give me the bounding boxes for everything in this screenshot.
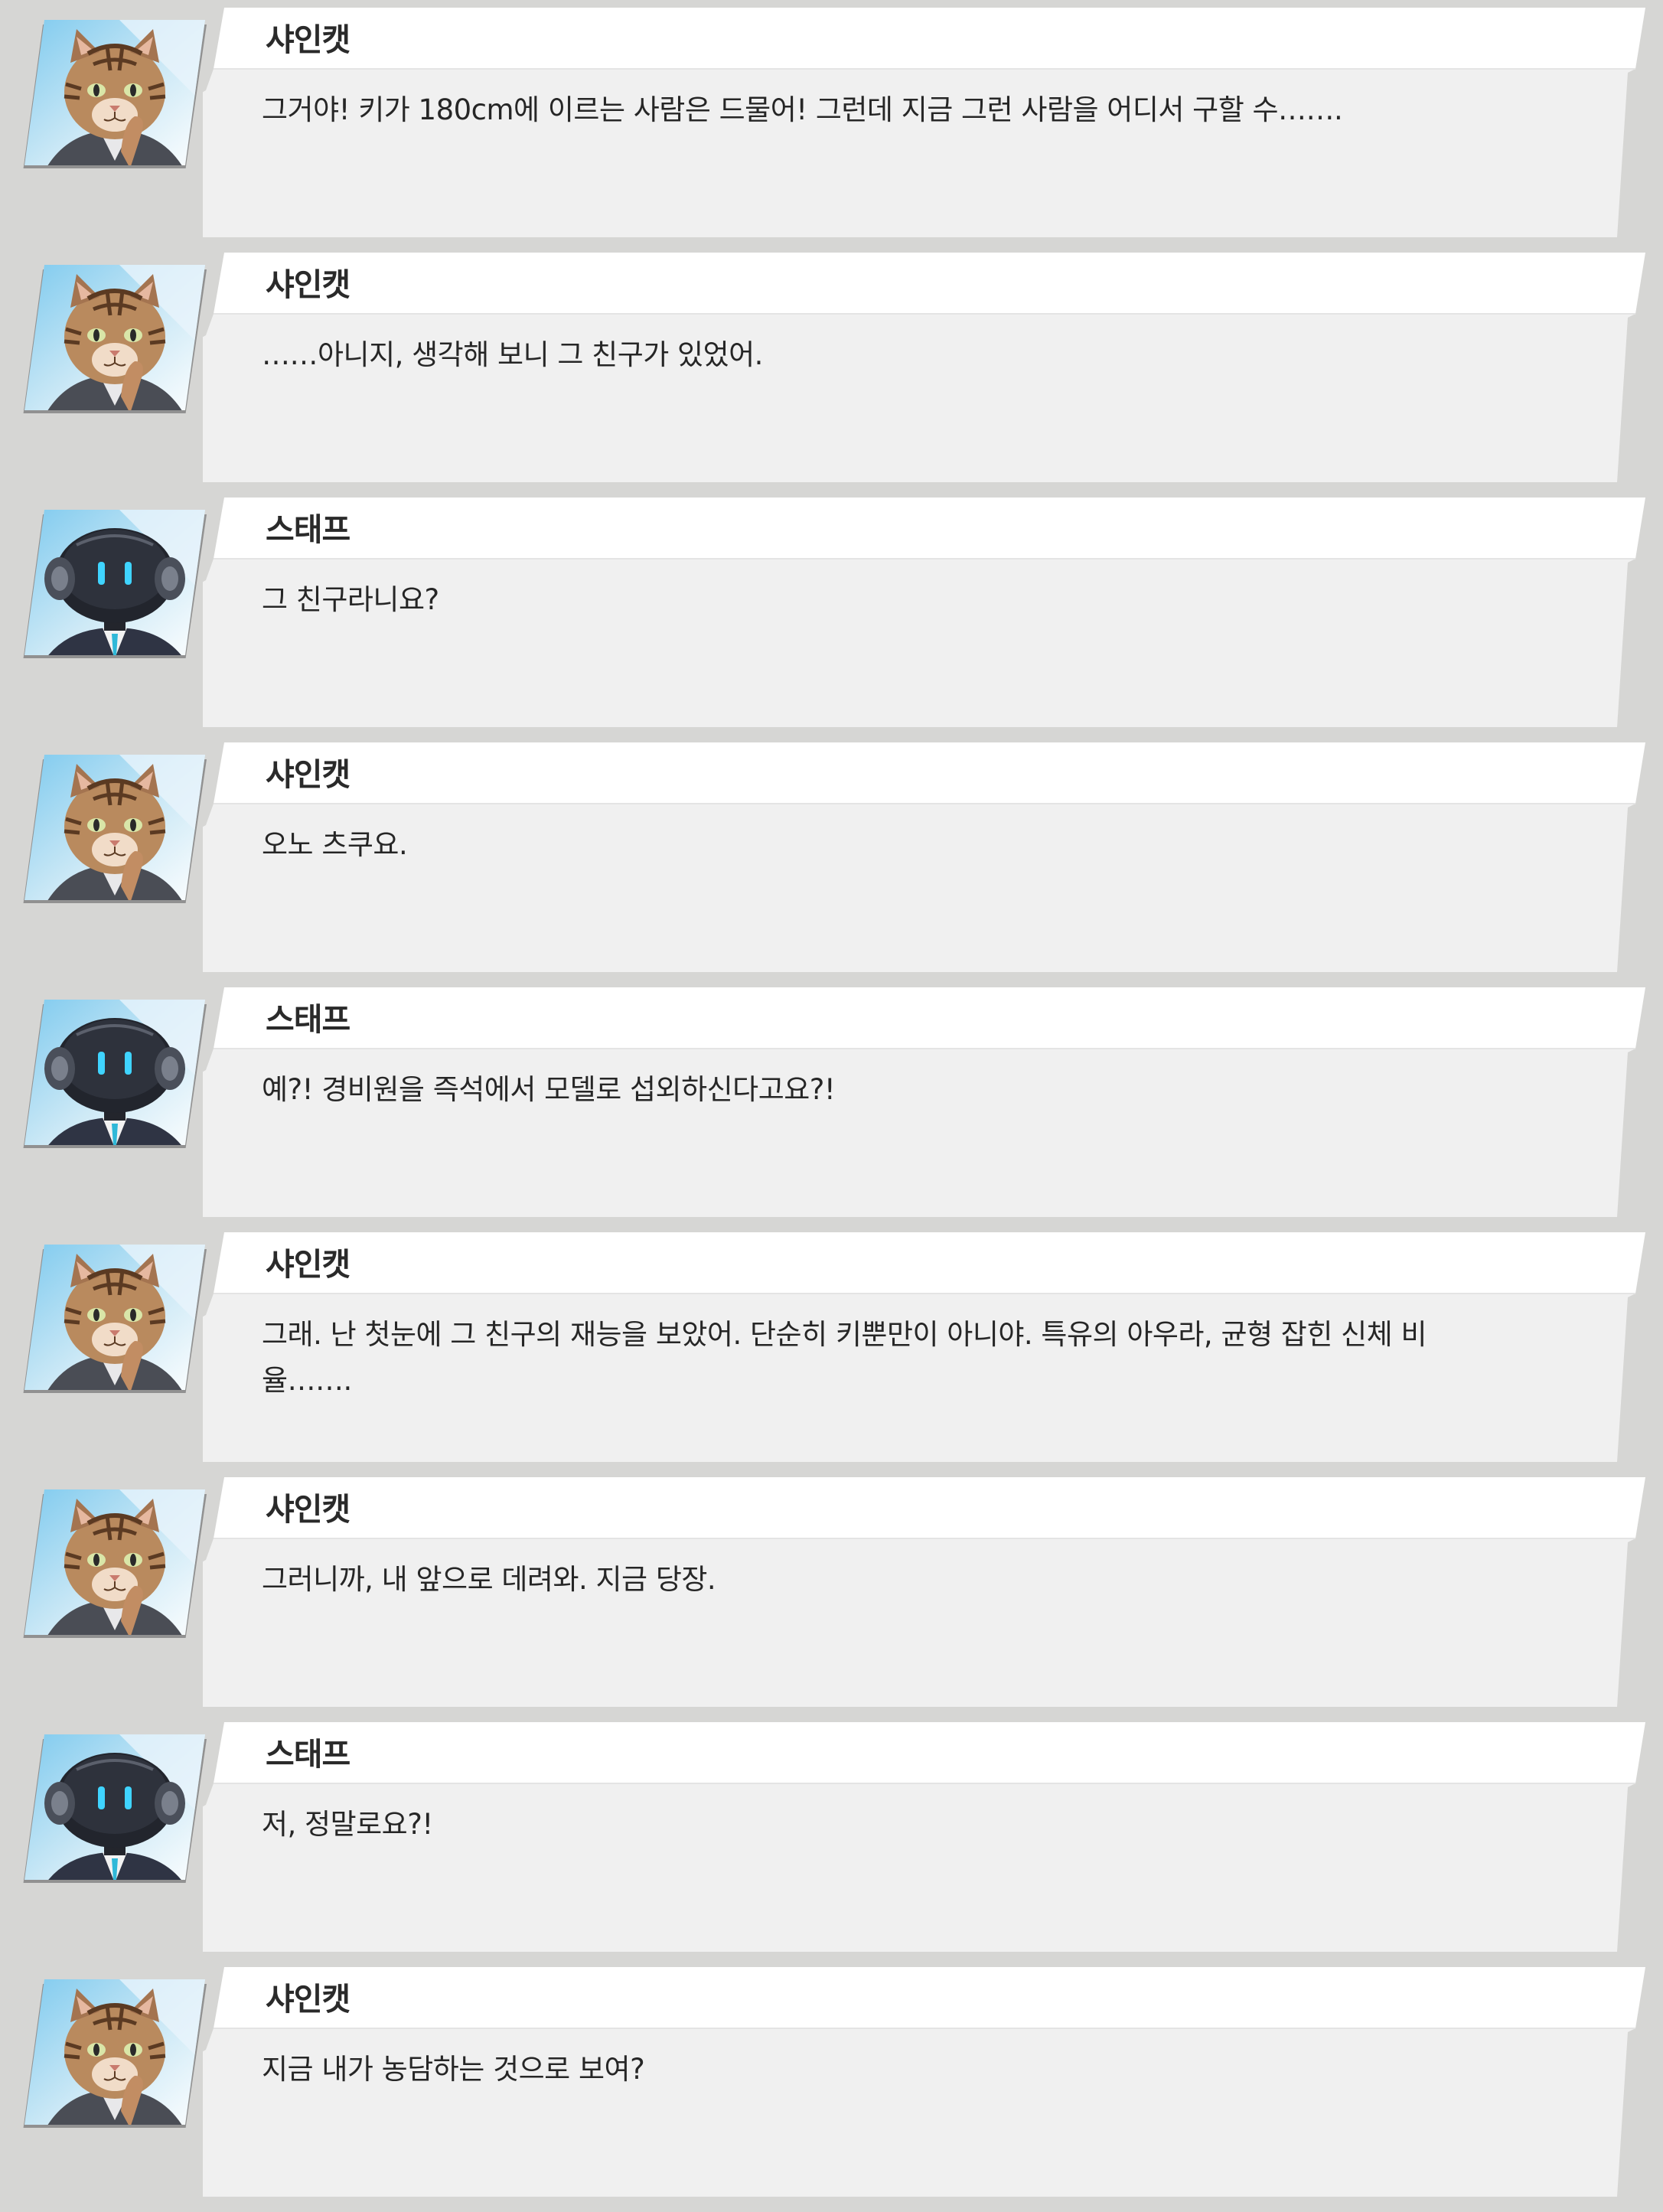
dialogue-log[interactable]: 샤인캣그거야! 키가 180cm에 이르는 사람은 드물어! 그런데 지금 그런… (0, 0, 1663, 2206)
cat-portrait-icon (23, 1240, 207, 1393)
speaker-name: 샤인캣 (266, 1246, 351, 1283)
dialogue-text: 그거야! 키가 180cm에 이르는 사람은 드물어! 그런데 지금 그런 사람… (262, 93, 1343, 126)
dialogue-text: 저, 정말로요?! (262, 1808, 433, 1841)
cat-portrait-icon (23, 1485, 207, 1638)
cat-portrait-icon (23, 1975, 207, 2128)
dialogue-entry: 샤인캣그래. 난 첫눈에 그 친구의 재능을 보았어. 단순히 키뿐만이 아니야… (0, 1232, 1663, 1477)
speech-bubble: 스태프그 친구라니요? (203, 498, 1645, 727)
speaker-name: 샤인캣 (266, 1491, 351, 1528)
dialogue-text: 예?! 경비원을 즉석에서 모델로 섭외하신다고요?! (262, 1073, 836, 1106)
dialogue-entry: 샤인캣그러니까, 내 앞으로 데려와. 지금 당장. (0, 1477, 1663, 1722)
dialogue-entry: 샤인캣지금 내가 농담하는 것으로 보여? (0, 1967, 1663, 2212)
speech-bubble: 스태프예?! 경비원을 즉석에서 모델로 섭외하신다고요?! (203, 987, 1645, 1217)
robot-portrait-svg (23, 1000, 207, 1148)
dialogue-text: 그 친구라니요? (262, 583, 439, 616)
speaker-name: 샤인캣 (266, 21, 351, 58)
dialogue-text: 그래. 난 첫눈에 그 친구의 재능을 보았어. 단순히 키뿐만이 아니야. 특… (262, 1318, 1427, 1397)
speech-bubble: 샤인캣오노 츠쿠요. (203, 742, 1645, 972)
speaker-name: 스태프 (266, 511, 351, 548)
robot-staff-portrait-icon (23, 995, 207, 1148)
cat-portrait-svg (23, 1979, 207, 2128)
cat-portrait-svg (23, 265, 207, 413)
robot-portrait-svg (23, 1734, 207, 1883)
speech-bubble: 샤인캣그러니까, 내 앞으로 데려와. 지금 당장. (203, 1477, 1645, 1707)
speech-bubble: 샤인캣그래. 난 첫눈에 그 친구의 재능을 보았어. 단순히 키뿐만이 아니야… (203, 1232, 1645, 1462)
dialogue-text: 오노 츠쿠요. (262, 828, 408, 861)
dialogue-entry: 스태프그 친구라니요? (0, 498, 1663, 742)
cat-portrait-icon (23, 750, 207, 903)
dialogue-text: 그러니까, 내 앞으로 데려와. 지금 당장. (262, 1563, 716, 1596)
speech-bubble: 샤인캣지금 내가 농담하는 것으로 보여? (203, 1967, 1645, 2197)
robot-staff-portrait-icon (23, 505, 207, 658)
speaker-name: 스태프 (266, 1001, 351, 1038)
cat-portrait-svg (23, 20, 207, 168)
dialogue-entry: 샤인캣 ……아니지, 생각해 보니 그 친구가 있었어. (0, 253, 1663, 498)
speech-bubble: 샤인캣 ……아니지, 생각해 보니 그 친구가 있었어. (203, 253, 1645, 482)
dialogue-entry: 스태프예?! 경비원을 즉석에서 모델로 섭외하신다고요?! (0, 987, 1663, 1232)
cat-portrait-icon (23, 15, 207, 168)
dialogue-text: ……아니지, 생각해 보니 그 친구가 있었어. (262, 338, 763, 371)
cat-portrait-svg (23, 755, 207, 903)
cat-portrait-svg (23, 1245, 207, 1393)
speech-bubble: 샤인캣그거야! 키가 180cm에 이르는 사람은 드물어! 그런데 지금 그런… (203, 8, 1645, 237)
robot-staff-portrait-icon (23, 1730, 207, 1883)
robot-portrait-svg (23, 510, 207, 658)
dialogue-entry: 샤인캣오노 츠쿠요. (0, 742, 1663, 987)
dialogue-text: 지금 내가 농담하는 것으로 보여? (262, 2053, 645, 2086)
speech-bubble: 스태프저, 정말로요?! (203, 1722, 1645, 1952)
cat-portrait-svg (23, 1489, 207, 1638)
speaker-name: 스태프 (266, 1736, 351, 1773)
cat-portrait-icon (23, 260, 207, 413)
dialogue-entry: 스태프저, 정말로요?! (0, 1722, 1663, 1967)
speaker-name: 샤인캣 (266, 1981, 351, 2018)
dialogue-entry: 샤인캣그거야! 키가 180cm에 이르는 사람은 드물어! 그런데 지금 그런… (0, 8, 1663, 253)
speaker-name: 샤인캣 (266, 266, 351, 303)
speaker-name: 샤인캣 (266, 756, 351, 793)
